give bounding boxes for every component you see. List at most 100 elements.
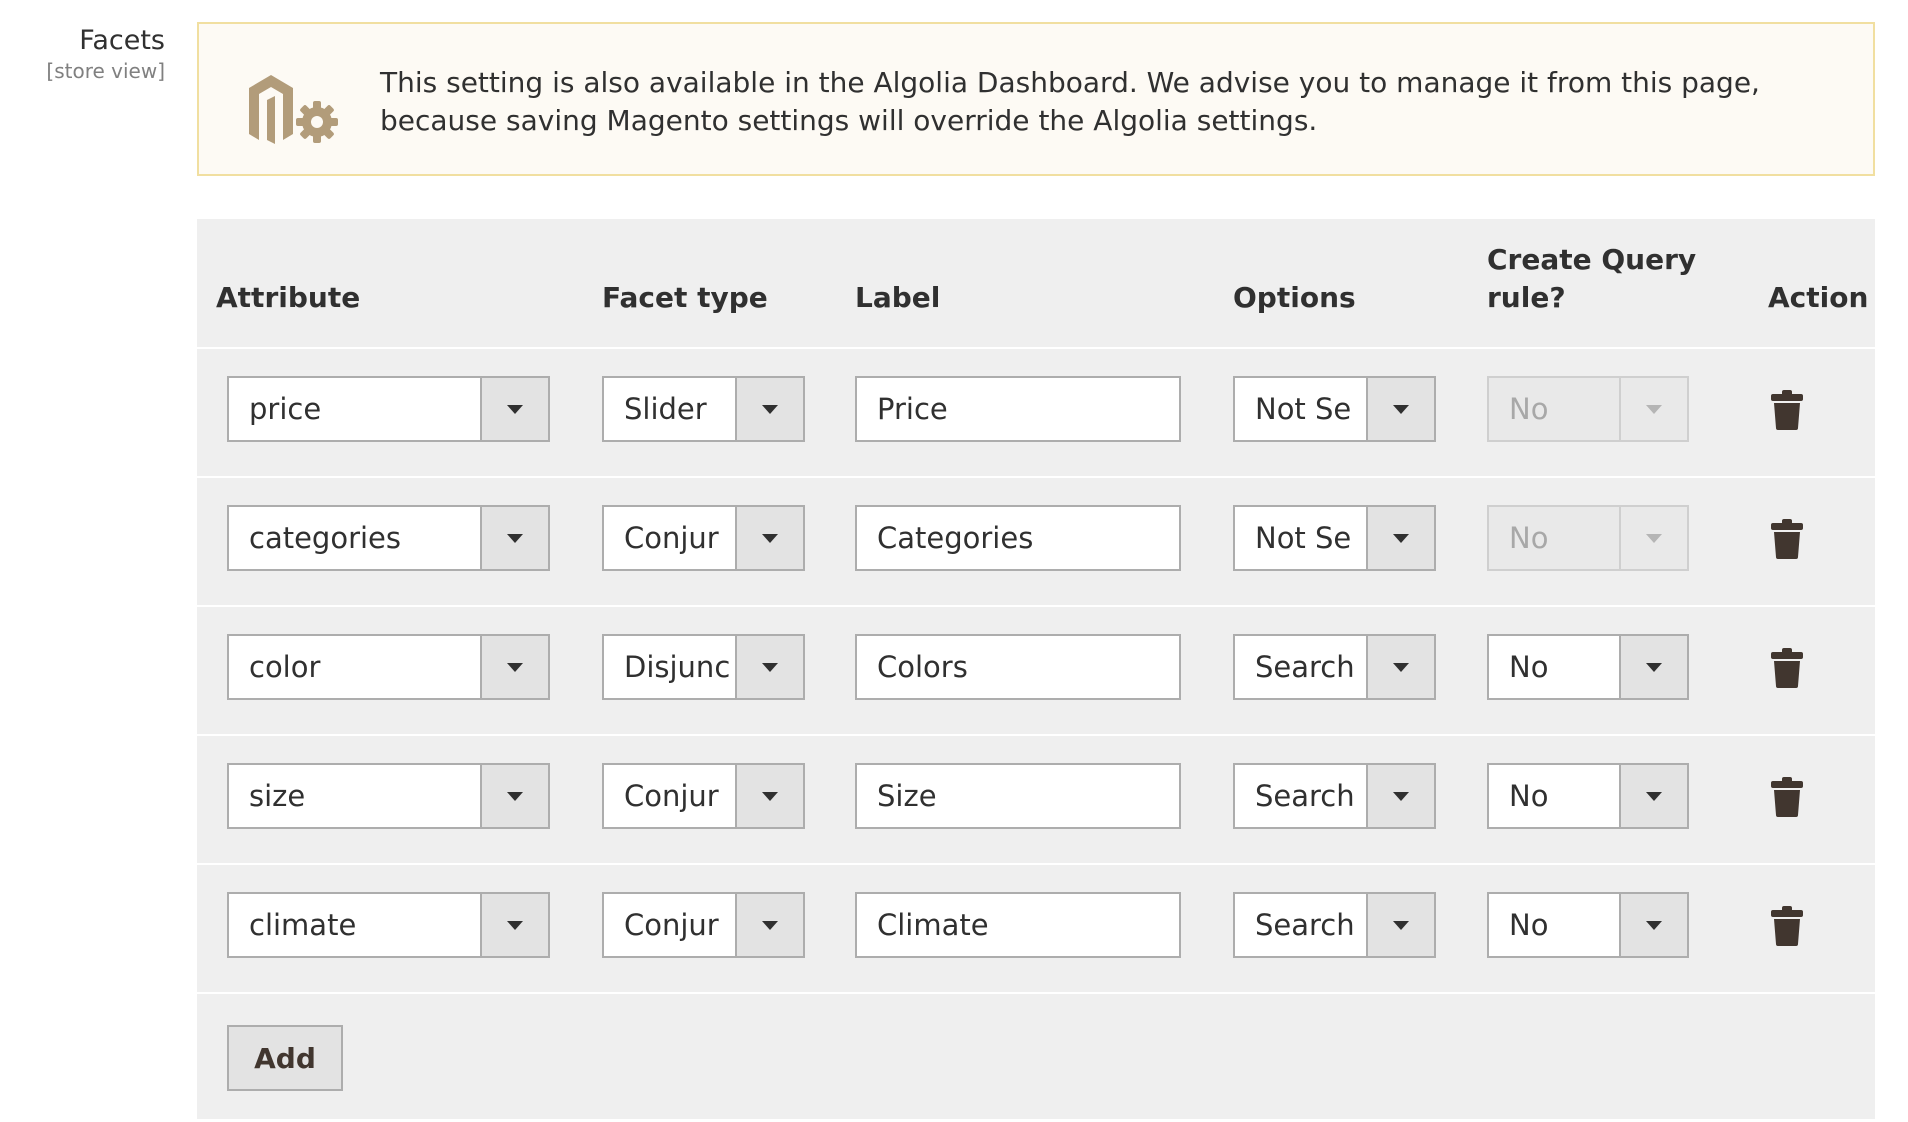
add-row-button[interactable]: Add	[227, 1025, 343, 1091]
chevron-down-icon	[762, 792, 778, 801]
table-row: categories Conjur Categories Not Se No	[197, 478, 1875, 607]
dashboard-notice: This setting is also available in the Al…	[197, 22, 1875, 176]
query-rule-select-value: No	[1509, 507, 1619, 569]
query-rule-select[interactable]: No	[1487, 892, 1689, 958]
attribute-select-toggle[interactable]	[480, 894, 548, 956]
chevron-down-icon	[507, 405, 523, 414]
magento-gear-icon	[245, 64, 341, 144]
facet-type-select[interactable]: Conjur	[602, 763, 805, 829]
attribute-select-toggle[interactable]	[480, 378, 548, 440]
column-header-label: Label	[855, 279, 940, 317]
chevron-down-icon	[762, 405, 778, 414]
table-row: size Conjur Size Search No	[197, 736, 1875, 865]
options-select-value: Search	[1255, 765, 1366, 827]
query-rule-select-value: No	[1509, 894, 1619, 956]
delete-row-trash-icon[interactable]	[1771, 648, 1803, 688]
options-select-toggle[interactable]	[1366, 636, 1434, 698]
options-select-toggle[interactable]	[1366, 765, 1434, 827]
column-header-action: Action	[1768, 279, 1868, 317]
field-scope: [store view]	[46, 58, 165, 84]
chevron-down-icon	[762, 663, 778, 672]
facet-type-select-toggle[interactable]	[735, 894, 803, 956]
options-select-value: Not Se	[1255, 378, 1366, 440]
facet-type-select[interactable]: Slider	[602, 376, 805, 442]
column-header-query-rule: Create Query rule?	[1487, 241, 1696, 317]
query-rule-select-toggle[interactable]	[1619, 765, 1687, 827]
options-select-value: Search	[1255, 636, 1366, 698]
options-select-toggle[interactable]	[1366, 894, 1434, 956]
attribute-select-value: price	[249, 378, 479, 440]
query-rule-select-toggle	[1619, 507, 1687, 569]
facet-type-select[interactable]: Conjur	[602, 892, 805, 958]
attribute-select-toggle[interactable]	[480, 636, 548, 698]
facet-type-select-toggle[interactable]	[735, 765, 803, 827]
chevron-down-icon	[762, 534, 778, 543]
attribute-select[interactable]: size	[227, 763, 550, 829]
attribute-select[interactable]: color	[227, 634, 550, 700]
delete-row-trash-icon[interactable]	[1771, 519, 1803, 559]
facet-type-select-value: Slider	[624, 378, 735, 440]
field-label: Facets [store view]	[46, 24, 165, 84]
options-select[interactable]: Not Se	[1233, 505, 1436, 571]
chevron-down-icon	[1646, 921, 1662, 930]
attribute-select[interactable]: price	[227, 376, 550, 442]
query-rule-select: No	[1487, 505, 1689, 571]
options-select-toggle[interactable]	[1366, 378, 1434, 440]
chevron-down-icon	[1646, 792, 1662, 801]
column-header-query-rule-line1: Create Query	[1487, 241, 1696, 279]
options-select[interactable]: Search	[1233, 634, 1436, 700]
table-header: Attribute Facet type Label Options Creat…	[197, 219, 1875, 349]
chevron-down-icon	[1393, 405, 1409, 414]
attribute-select-toggle[interactable]	[480, 765, 548, 827]
label-input[interactable]: Size	[855, 763, 1181, 829]
attribute-select[interactable]: climate	[227, 892, 550, 958]
attribute-select-value: climate	[249, 894, 479, 956]
facet-type-select-toggle[interactable]	[735, 507, 803, 569]
label-input[interactable]: Price	[855, 376, 1181, 442]
facet-type-select-toggle[interactable]	[735, 378, 803, 440]
label-input[interactable]: Colors	[855, 634, 1181, 700]
label-input[interactable]: Climate	[855, 892, 1181, 958]
attribute-select-value: size	[249, 765, 479, 827]
query-rule-select-toggle[interactable]	[1619, 636, 1687, 698]
delete-row-trash-icon[interactable]	[1771, 906, 1803, 946]
facet-type-select-value: Conjur	[624, 765, 735, 827]
chevron-down-icon	[1646, 405, 1662, 414]
table-row: color Disjunc Colors Search No	[197, 607, 1875, 736]
chevron-down-icon	[1393, 663, 1409, 672]
chevron-down-icon	[1393, 792, 1409, 801]
options-select-toggle[interactable]	[1366, 507, 1434, 569]
attribute-select-toggle[interactable]	[480, 507, 548, 569]
options-select-value: Not Se	[1255, 507, 1366, 569]
query-rule-select[interactable]: No	[1487, 763, 1689, 829]
column-header-options: Options	[1233, 279, 1356, 317]
options-select[interactable]: Not Se	[1233, 376, 1436, 442]
facet-type-select[interactable]: Conjur	[602, 505, 805, 571]
column-header-attribute: Attribute	[216, 279, 360, 317]
query-rule-select[interactable]: No	[1487, 634, 1689, 700]
label-input[interactable]: Categories	[855, 505, 1181, 571]
chevron-down-icon	[1393, 534, 1409, 543]
facet-type-select-value: Disjunc	[624, 636, 735, 698]
options-select[interactable]: Search	[1233, 892, 1436, 958]
attribute-select-value: color	[249, 636, 479, 698]
chevron-down-icon	[762, 921, 778, 930]
query-rule-select-toggle[interactable]	[1619, 894, 1687, 956]
query-rule-select-toggle	[1619, 378, 1687, 440]
facet-type-select-toggle[interactable]	[735, 636, 803, 698]
query-rule-select-value: No	[1509, 636, 1619, 698]
table-row: climate Conjur Climate Search No	[197, 865, 1875, 994]
delete-row-trash-icon[interactable]	[1771, 390, 1803, 430]
notice-message: This setting is also available in the Al…	[380, 64, 1820, 140]
chevron-down-icon	[507, 663, 523, 672]
query-rule-select-value: No	[1509, 378, 1619, 440]
facet-type-select[interactable]: Disjunc	[602, 634, 805, 700]
delete-row-trash-icon[interactable]	[1771, 777, 1803, 817]
chevron-down-icon	[507, 921, 523, 930]
options-select-value: Search	[1255, 894, 1366, 956]
options-select[interactable]: Search	[1233, 763, 1436, 829]
attribute-select[interactable]: categories	[227, 505, 550, 571]
table-row: price Slider Price Not Se No	[197, 349, 1875, 478]
query-rule-select: No	[1487, 376, 1689, 442]
chevron-down-icon	[507, 792, 523, 801]
